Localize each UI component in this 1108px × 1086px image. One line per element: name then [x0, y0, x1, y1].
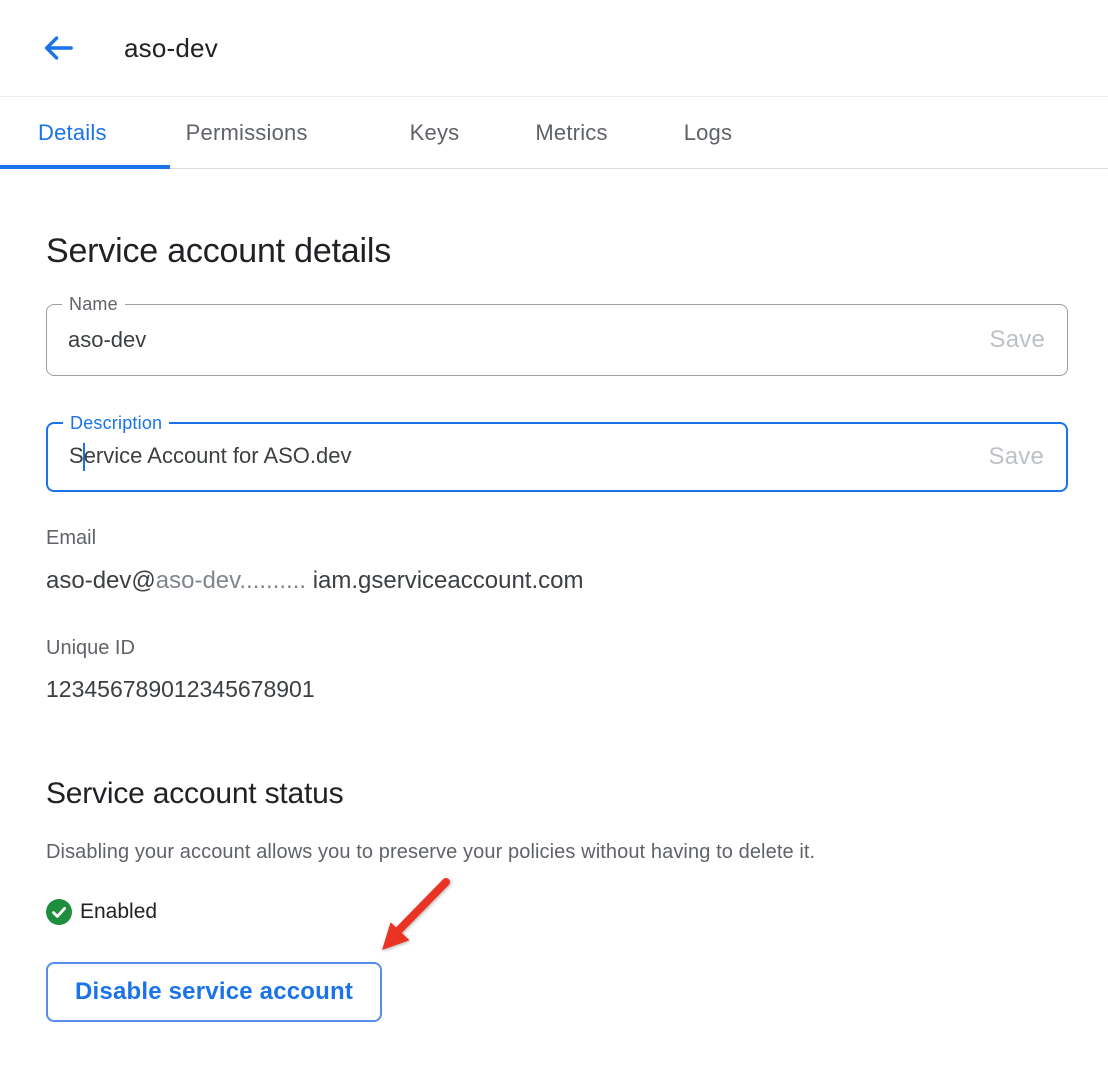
check-circle-icon: [46, 899, 72, 925]
status-state-label: Enabled: [80, 900, 157, 924]
unique-id-value: 123456789012345678901: [46, 674, 1068, 704]
name-input[interactable]: aso-dev: [47, 327, 989, 353]
description-save-button[interactable]: Save: [988, 443, 1044, 471]
active-tab-indicator: [0, 165, 170, 169]
email-redacted-part: aso-dev..........: [156, 567, 306, 594]
page-title: aso-dev: [124, 33, 218, 64]
unique-id-label: Unique ID: [46, 636, 1068, 660]
name-field: Name aso-dev Save: [46, 304, 1068, 376]
email-label: Email: [46, 526, 1068, 550]
page-header: aso-dev: [0, 0, 1108, 97]
tab-bar: Details Permissions Keys Metrics Logs: [0, 97, 1108, 169]
description-input[interactable]: Service Account for ASO.dev: [48, 443, 988, 470]
tab-metrics[interactable]: Metrics: [535, 120, 607, 146]
name-save-button[interactable]: Save: [989, 326, 1045, 354]
status-row: Enabled: [46, 898, 1068, 926]
tab-keys[interactable]: Keys: [410, 120, 460, 146]
email-block: Email aso-dev@aso-dev.......... iam.gser…: [46, 526, 1068, 596]
details-section-heading: Service account details: [46, 231, 1068, 271]
service-account-details-page: aso-dev Details Permissions Keys Metrics…: [0, 0, 1108, 1086]
email-domain-part: iam.gserviceaccount.com: [306, 567, 583, 594]
name-field-label: Name: [62, 293, 125, 315]
unique-id-block: Unique ID 123456789012345678901: [46, 636, 1068, 704]
tab-permissions[interactable]: Permissions: [186, 120, 308, 146]
disable-service-account-button[interactable]: Disable service account: [46, 962, 382, 1022]
status-section-heading: Service account status: [46, 774, 1068, 814]
email-value: aso-dev@aso-dev.......... iam.gserviceac…: [46, 566, 1068, 596]
description-field: Description Service Account for ASO.dev …: [46, 422, 1068, 492]
tab-details[interactable]: Details: [38, 120, 107, 146]
email-user-part: aso-dev@: [46, 567, 156, 594]
status-description: Disabling your account allows you to pre…: [46, 838, 1068, 866]
tab-logs[interactable]: Logs: [684, 120, 733, 146]
arrow-back-icon: [41, 31, 75, 65]
main-content: Service account details Name aso-dev Sav…: [0, 231, 1108, 1022]
back-button[interactable]: [40, 30, 76, 66]
description-field-label: Description: [63, 412, 169, 434]
description-text-before-caret: S: [69, 443, 84, 468]
description-text-after-caret: ervice Account for ASO.dev: [84, 443, 352, 468]
